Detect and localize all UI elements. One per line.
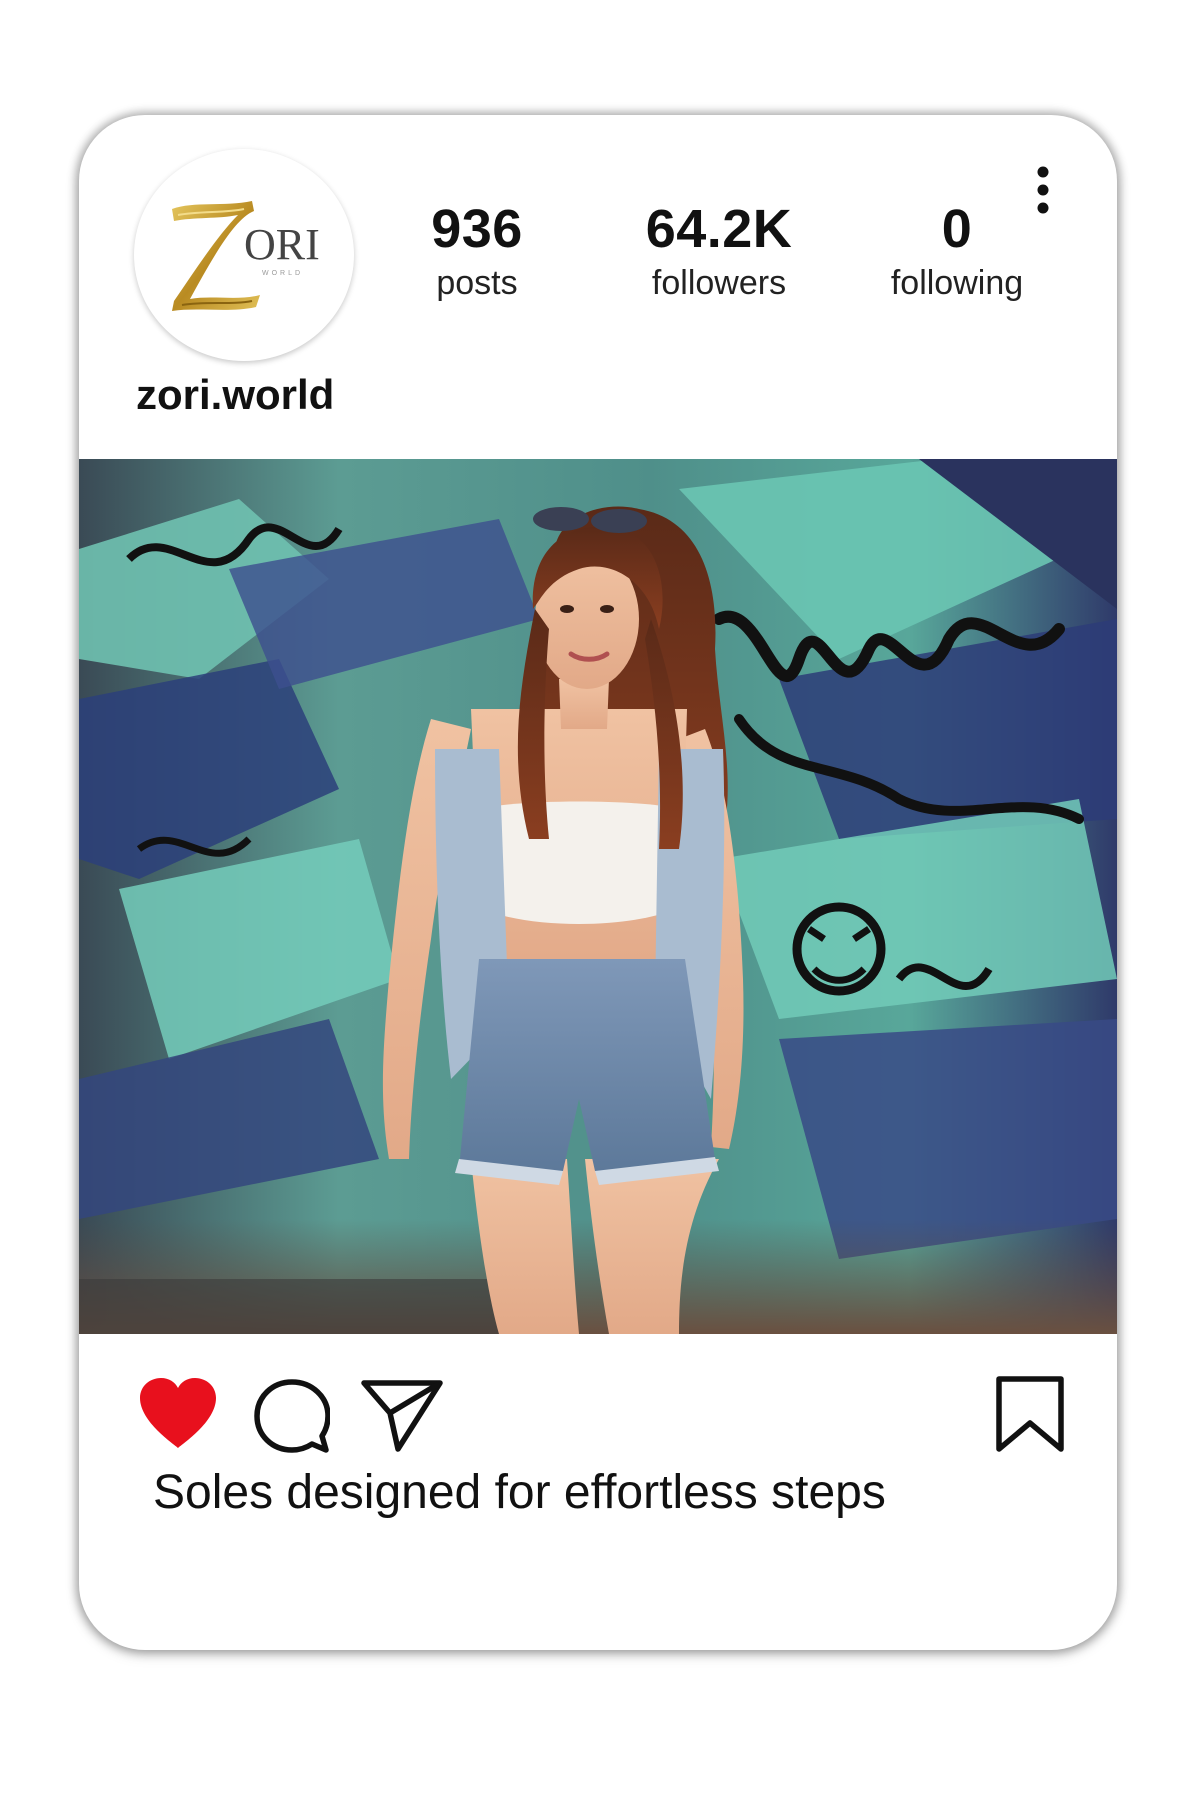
- bookmark-icon[interactable]: [995, 1375, 1065, 1458]
- stat-followers-label: followers: [651, 264, 787, 302]
- stat-followers-value: 64.2K: [645, 199, 793, 259]
- send-icon[interactable]: [360, 1377, 444, 1458]
- logo-text: ORI: [244, 220, 320, 269]
- zori-logo: ORI WORLD: [172, 201, 320, 311]
- profile-avatar[interactable]: ORI WORLD: [134, 149, 354, 361]
- stat-following-value: 0: [941, 199, 973, 259]
- stat-following-label: following: [890, 264, 1024, 302]
- stat-posts-value: 936: [431, 199, 523, 259]
- logo-subtext: WORLD: [262, 270, 303, 277]
- post-image[interactable]: [79, 459, 1117, 1334]
- comment-icon[interactable]: [254, 1378, 331, 1459]
- stat-posts-label: posts: [436, 264, 518, 302]
- more-vertical-icon[interactable]: [1031, 165, 1055, 215]
- heart-icon[interactable]: [136, 1376, 220, 1457]
- stat-followers[interactable]: 64.2K followers: [619, 199, 819, 303]
- post-caption: Soles designed for effortless steps: [153, 1466, 886, 1519]
- stat-posts[interactable]: 936 posts: [377, 199, 577, 303]
- instagram-post-card: ORI WORLD 936 posts 64.2K followers 0 fo…: [79, 115, 1117, 1650]
- stat-following[interactable]: 0 following: [857, 199, 1057, 303]
- profile-username[interactable]: zori.world: [136, 369, 334, 421]
